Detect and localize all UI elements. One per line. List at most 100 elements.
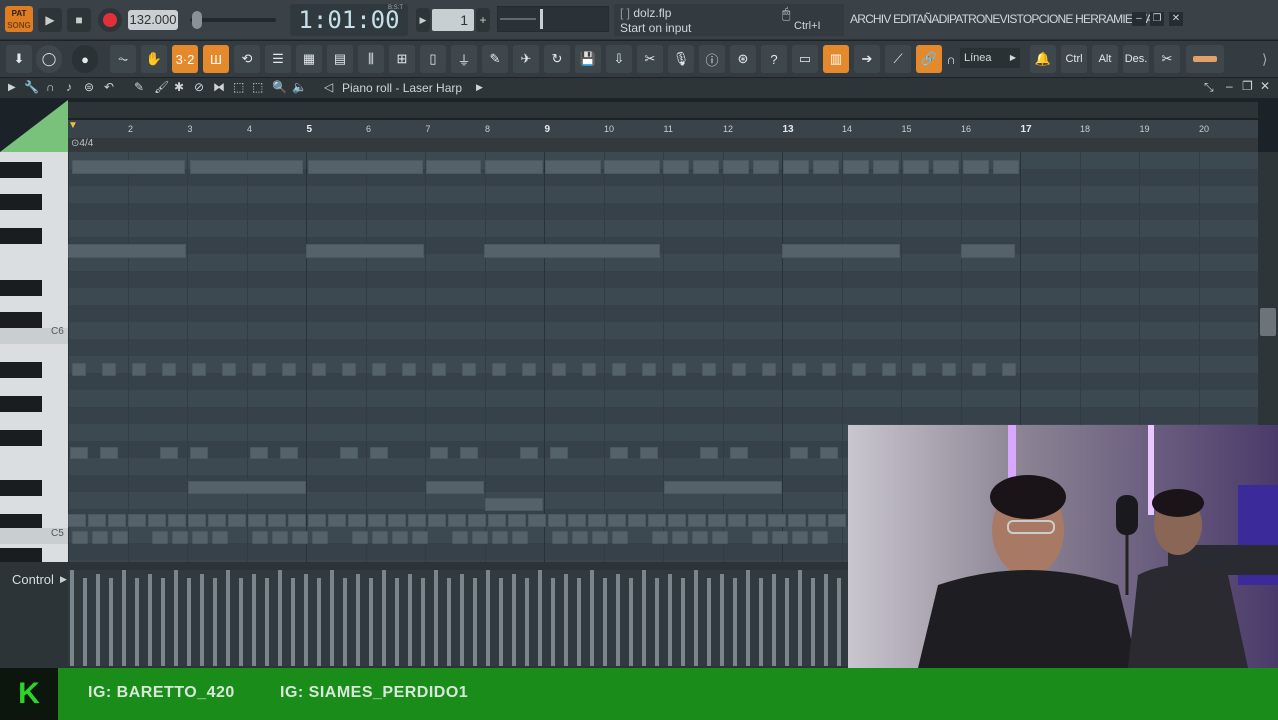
note[interactable]	[472, 531, 488, 544]
note[interactable]	[428, 514, 446, 527]
note[interactable]	[248, 514, 266, 527]
note[interactable]	[640, 447, 658, 459]
velocity-bar[interactable]	[369, 578, 373, 666]
velocity-bar[interactable]	[421, 578, 425, 666]
note[interactable]	[108, 514, 126, 527]
note[interactable]	[672, 363, 686, 376]
resize-icon[interactable]: ⤡	[1204, 80, 1214, 95]
typing-keyboard-button[interactable]: ▥	[823, 45, 849, 73]
velocity-bar[interactable]	[395, 578, 399, 666]
velocity-bar[interactable]	[694, 570, 698, 666]
menu-arrow-icon[interactable]: ▶	[8, 82, 16, 93]
note[interactable]	[545, 160, 601, 174]
note[interactable]	[128, 514, 146, 527]
pencil-button[interactable]: ⟋	[885, 45, 911, 73]
note[interactable]	[452, 531, 468, 544]
velocity-bar[interactable]	[486, 570, 490, 666]
note[interactable]	[312, 363, 326, 376]
note[interactable]	[282, 363, 296, 376]
velocity-bar[interactable]	[213, 578, 217, 666]
vertical-scroll-thumb[interactable]	[1260, 308, 1276, 336]
tempo-display[interactable]: 132.000	[128, 10, 178, 30]
note[interactable]	[100, 447, 118, 459]
pat-song-toggle[interactable]: PAT SONG	[5, 6, 33, 32]
note[interactable]	[160, 447, 178, 459]
note[interactable]	[693, 160, 719, 174]
velocity-bar[interactable]	[265, 578, 269, 666]
note[interactable]	[732, 363, 746, 376]
note[interactable]	[843, 160, 869, 174]
note[interactable]	[72, 531, 88, 544]
velocity-bar[interactable]	[356, 574, 360, 666]
note[interactable]	[342, 363, 356, 376]
velocity-bar[interactable]	[681, 578, 685, 666]
note[interactable]	[192, 363, 206, 376]
slice-icon[interactable]: ⧓	[213, 80, 225, 94]
note[interactable]	[663, 160, 689, 174]
master-volume-knob[interactable]	[192, 11, 202, 29]
note[interactable]	[642, 363, 656, 376]
note[interactable]	[648, 514, 666, 527]
black-key[interactable]	[0, 194, 42, 210]
wait-input-button[interactable]: ✋	[141, 45, 167, 73]
arrow-button[interactable]: ➔	[854, 45, 880, 73]
metronome-knob[interactable]: ◯	[36, 45, 62, 73]
wrench-icon[interactable]: 🔧	[24, 80, 39, 94]
velocity-bar[interactable]	[70, 570, 74, 666]
velocity-bar[interactable]	[746, 570, 750, 666]
link-button[interactable]: 🔗	[916, 45, 942, 73]
note[interactable]	[692, 531, 708, 544]
note[interactable]	[368, 514, 386, 527]
note[interactable]	[610, 447, 628, 459]
playlist-button[interactable]: ☰	[265, 45, 291, 73]
velocity-bar[interactable]	[655, 578, 659, 666]
templates-button[interactable]: ▯	[420, 45, 446, 73]
note-icon[interactable]: ♪	[66, 80, 72, 94]
note[interactable]	[664, 481, 782, 494]
black-key[interactable]	[0, 480, 42, 496]
velocity-bar[interactable]	[785, 578, 789, 666]
note[interactable]	[963, 160, 989, 174]
note[interactable]	[612, 531, 628, 544]
paint-icon[interactable]: 🖌	[154, 80, 169, 94]
note[interactable]	[550, 447, 568, 459]
note[interactable]	[68, 244, 186, 258]
note[interactable]	[72, 363, 86, 376]
magnet-icon[interactable]: ∩	[46, 80, 55, 94]
velocity-bar[interactable]	[577, 578, 581, 666]
note[interactable]	[272, 531, 288, 544]
note[interactable]	[462, 363, 476, 376]
project-button[interactable]: ✈	[513, 45, 539, 73]
note[interactable]	[512, 531, 528, 544]
note[interactable]	[408, 514, 426, 527]
note[interactable]	[782, 244, 900, 258]
undo-button[interactable]: Des.	[1123, 45, 1149, 73]
note[interactable]	[426, 160, 481, 174]
close-button[interactable]: ✕	[1169, 12, 1183, 26]
note[interactable]	[588, 514, 606, 527]
velocity-bar[interactable]	[564, 574, 568, 666]
support-button[interactable]: ⊛	[730, 45, 756, 73]
note[interactable]	[70, 447, 88, 459]
velocity-bar[interactable]	[174, 570, 178, 666]
pattern-number[interactable]: 1	[432, 9, 474, 31]
note[interactable]	[162, 363, 176, 376]
velocity-bar[interactable]	[239, 578, 243, 666]
note[interactable]	[572, 531, 588, 544]
note[interactable]	[348, 514, 366, 527]
note[interactable]	[582, 363, 596, 376]
alt-button[interactable]: Alt	[1092, 45, 1118, 73]
wrench-button[interactable]: ✎	[482, 45, 508, 73]
velocity-bar[interactable]	[720, 574, 724, 666]
note[interactable]	[604, 160, 660, 174]
pattern-add-button[interactable]: +	[476, 8, 490, 32]
select-box-icon[interactable]: ⬚	[252, 80, 263, 94]
note[interactable]	[822, 363, 836, 376]
velocity-bar[interactable]	[278, 570, 282, 666]
note[interactable]	[448, 514, 466, 527]
horizontal-scrollbar[interactable]	[68, 102, 1258, 118]
pitch-knob[interactable]: ●	[72, 45, 98, 73]
undo-icon[interactable]: ↶	[104, 80, 114, 94]
note[interactable]	[808, 514, 826, 527]
black-key[interactable]	[0, 280, 42, 296]
